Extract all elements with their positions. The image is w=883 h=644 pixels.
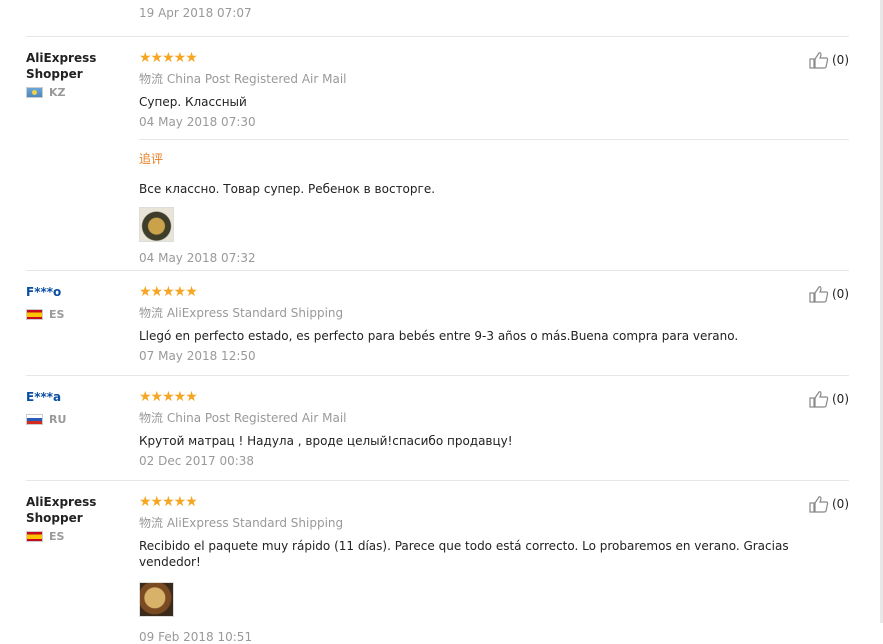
reviewer-country: ES <box>26 308 136 321</box>
review-date: 07 May 2018 12:50 <box>139 349 256 363</box>
review-text: Крутой матрац ! Надула , вроде целый!спа… <box>139 434 513 448</box>
country-code: ES <box>49 308 65 321</box>
review-item: E***a RU ★★★★★ 物流 China Post Registered … <box>26 375 849 481</box>
review-date: 09 Feb 2018 10:51 <box>139 630 253 644</box>
shipping-method: China Post Registered Air Mail <box>166 72 347 86</box>
review-date: 02 Dec 2017 00:38 <box>139 454 255 468</box>
thumbs-up-icon <box>809 391 829 408</box>
reviewer: F***o ES <box>26 284 136 321</box>
reviewer-name[interactable]: AliExpress Shopper <box>26 494 136 526</box>
thumbs-up-icon <box>809 496 829 513</box>
shipping-label: 物流 <box>139 411 164 425</box>
followup-review: 追评 Все классно. Товар супер. Ребенок в в… <box>139 139 849 265</box>
shipping-method: AliExpress Standard Shipping <box>166 516 344 530</box>
flag-ru-icon <box>26 414 43 425</box>
flag-es-icon <box>26 531 43 542</box>
helpful-button[interactable]: (0) <box>809 390 849 408</box>
followup-date: 04 May 2018 07:32 <box>139 251 256 265</box>
helpful-count: (0) <box>832 392 849 406</box>
reviewer-name[interactable]: E***a <box>26 389 136 405</box>
rating-stars-icon: ★★★★★ <box>139 50 198 66</box>
reviewer: AliExpress Shopper ES <box>26 494 136 543</box>
shipping-method: China Post Registered Air Mail <box>166 411 347 425</box>
review-body: ★★★★★ 物流 AliExpress Standard Shipping Re… <box>139 494 849 644</box>
flag-kz-icon <box>26 87 43 98</box>
shipping-label: 物流 <box>139 516 164 530</box>
country-code: ES <box>49 530 65 543</box>
country-code: KZ <box>49 86 66 99</box>
followup-text: Все классно. Товар супер. Ребенок в вост… <box>139 182 436 196</box>
review-item: AliExpress Shopper ES ★★★★★ 物流 AliExpres… <box>26 480 849 644</box>
review-text: Супер. Классный <box>139 95 247 109</box>
helpful-count: (0) <box>832 53 849 67</box>
shipping-label: 物流 <box>139 306 164 320</box>
shipping-label: 物流 <box>139 72 164 86</box>
helpful-button[interactable]: (0) <box>809 285 849 303</box>
rating-stars-icon: ★★★★★ <box>139 389 198 405</box>
review-photo-thumbnail[interactable] <box>139 207 174 242</box>
thumbs-up-icon <box>809 286 829 303</box>
review-body: ★★★★★ 物流 China Post Registered Air Mail … <box>139 389 849 468</box>
reviewer-name[interactable]: F***o <box>26 284 136 300</box>
shipping-info: 物流 AliExpress Standard Shipping <box>139 304 849 321</box>
shipping-method: AliExpress Standard Shipping <box>166 306 344 320</box>
reviewer: E***a RU <box>26 389 136 426</box>
review-text: Llegó en perfecto estado, es perfecto pa… <box>139 329 739 343</box>
rating-stars-icon: ★★★★★ <box>139 284 198 300</box>
shipping-info: 物流 China Post Registered Air Mail <box>139 70 849 87</box>
rating-stars-icon: ★★★★★ <box>139 494 198 510</box>
thumbs-up-icon <box>809 52 829 69</box>
country-code: RU <box>49 413 67 426</box>
reviewer-country: KZ <box>26 86 136 99</box>
previous-review-date: 19 Apr 2018 07:07 <box>139 6 252 20</box>
shipping-info: 物流 AliExpress Standard Shipping <box>139 514 849 531</box>
review-body: ★★★★★ 物流 China Post Registered Air Mail … <box>139 50 849 265</box>
review-item: F***o ES ★★★★★ 物流 AliExpress Standard Sh… <box>26 270 849 376</box>
review-photo-thumbnail[interactable] <box>139 582 174 617</box>
helpful-button[interactable]: (0) <box>809 51 849 69</box>
reviewer-name[interactable]: AliExpress Shopper <box>26 50 136 82</box>
reviewer-country: RU <box>26 413 136 426</box>
helpful-count: (0) <box>832 287 849 301</box>
reviewer: AliExpress Shopper KZ <box>26 50 136 99</box>
review-text: Recibido el paquete muy rápido (11 días)… <box>139 539 789 569</box>
flag-es-icon <box>26 309 43 320</box>
review-body: ★★★★★ 物流 AliExpress Standard Shipping Ll… <box>139 284 849 363</box>
helpful-count: (0) <box>832 497 849 511</box>
reviewer-country: ES <box>26 530 136 543</box>
review-item: AliExpress Shopper KZ ★★★★★ 物流 China Pos… <box>26 36 849 271</box>
review-date: 04 May 2018 07:30 <box>139 115 256 129</box>
helpful-button[interactable]: (0) <box>809 495 849 513</box>
followup-label: 追评 <box>139 152 164 166</box>
shipping-info: 物流 China Post Registered Air Mail <box>139 409 849 426</box>
